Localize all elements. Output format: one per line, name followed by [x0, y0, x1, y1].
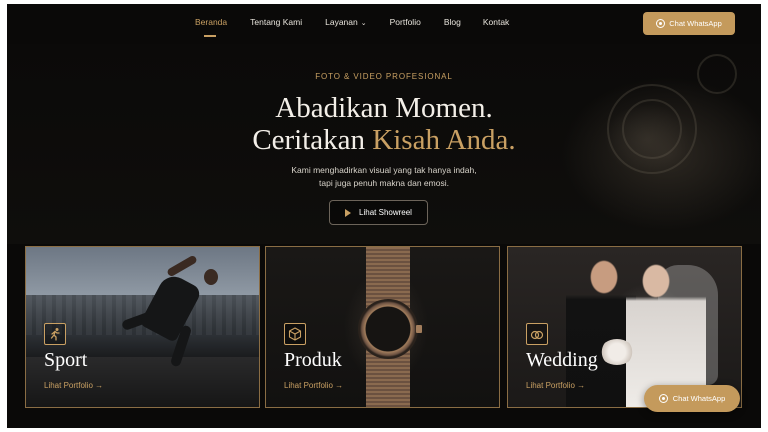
top-nav: Beranda Tentang Kami Layanan ⌄ Portfolio … [7, 4, 761, 44]
nav-item-beranda[interactable]: Beranda [195, 17, 227, 37]
subtitle-line-1: Kami menghadirkan visual yang tak hanya … [291, 165, 477, 175]
hero-headline: Abadikan Momen. Ceritakan Kisah Anda. [7, 92, 761, 156]
card-title-sport: Sport [44, 349, 88, 371]
whatsapp-icon [656, 19, 666, 28]
card-link-sport[interactable]: Lihat Portfolio → [44, 381, 103, 390]
floating-whatsapp-label: Chat WhatsApp [672, 394, 726, 403]
nav-item-blog[interactable]: Blog [444, 17, 461, 27]
card-title-produk: Produk [284, 349, 342, 371]
showreel-label: Lihat Showreel [359, 208, 412, 217]
card-wedding[interactable]: Wedding Lihat Portfolio → [507, 246, 742, 408]
nav-item-kontak[interactable]: Kontak [483, 17, 509, 27]
card-produk[interactable]: Produk Lihat Portfolio → [265, 246, 500, 408]
runner-icon [44, 323, 66, 345]
play-icon [345, 208, 352, 217]
floating-whatsapp-button[interactable]: Chat WhatsApp [644, 385, 740, 412]
headline-line-2: Ceritakan Kisah Anda. [7, 124, 761, 156]
card-link-produk[interactable]: Lihat Portfolio → [284, 381, 343, 390]
card-sport[interactable]: Sport Lihat Portfolio → [25, 246, 260, 408]
headline-accent: Kisah Anda. [372, 124, 516, 156]
whatsapp-chat-label: Chat WhatsApp [669, 19, 722, 28]
box-icon [284, 323, 306, 345]
watch-image [358, 299, 418, 359]
watch-crown-image [416, 325, 422, 333]
runner-arm-image [166, 254, 198, 278]
headline-prefix: Ceritakan [252, 124, 373, 156]
nav-item-layanan-label: Layanan [325, 17, 358, 27]
headline-line-1: Abadikan Momen. [275, 92, 493, 124]
card-link-wedding[interactable]: Lihat Portfolio → [526, 381, 585, 390]
nav-links: Beranda Tentang Kami Layanan ⌄ Portfolio … [190, 17, 509, 37]
bouquet-image [600, 339, 634, 365]
whatsapp-chat-button[interactable]: Chat WhatsApp [643, 12, 735, 35]
rings-icon [526, 323, 548, 345]
nav-item-layanan[interactable]: Layanan ⌄ [325, 17, 367, 27]
hero-subtitle: Kami menghadirkan visual yang tak hanya … [7, 164, 761, 190]
whatsapp-icon [658, 394, 668, 403]
card-title-wedding: Wedding [526, 349, 598, 371]
subtitle-line-2: tapi juga penuh makna dan emosi. [319, 178, 449, 188]
page-frame: Beranda Tentang Kami Layanan ⌄ Portfolio … [7, 4, 761, 428]
runner-head-image [204, 269, 218, 285]
hero-eyebrow: FOTO & VIDEO PROFESIONAL [315, 72, 453, 81]
nav-item-tentang-kami[interactable]: Tentang Kami [250, 17, 302, 27]
showreel-button[interactable]: Lihat Showreel [329, 200, 428, 225]
chevron-down-icon: ⌄ [360, 20, 367, 27]
nav-item-portfolio[interactable]: Portfolio [390, 17, 421, 27]
